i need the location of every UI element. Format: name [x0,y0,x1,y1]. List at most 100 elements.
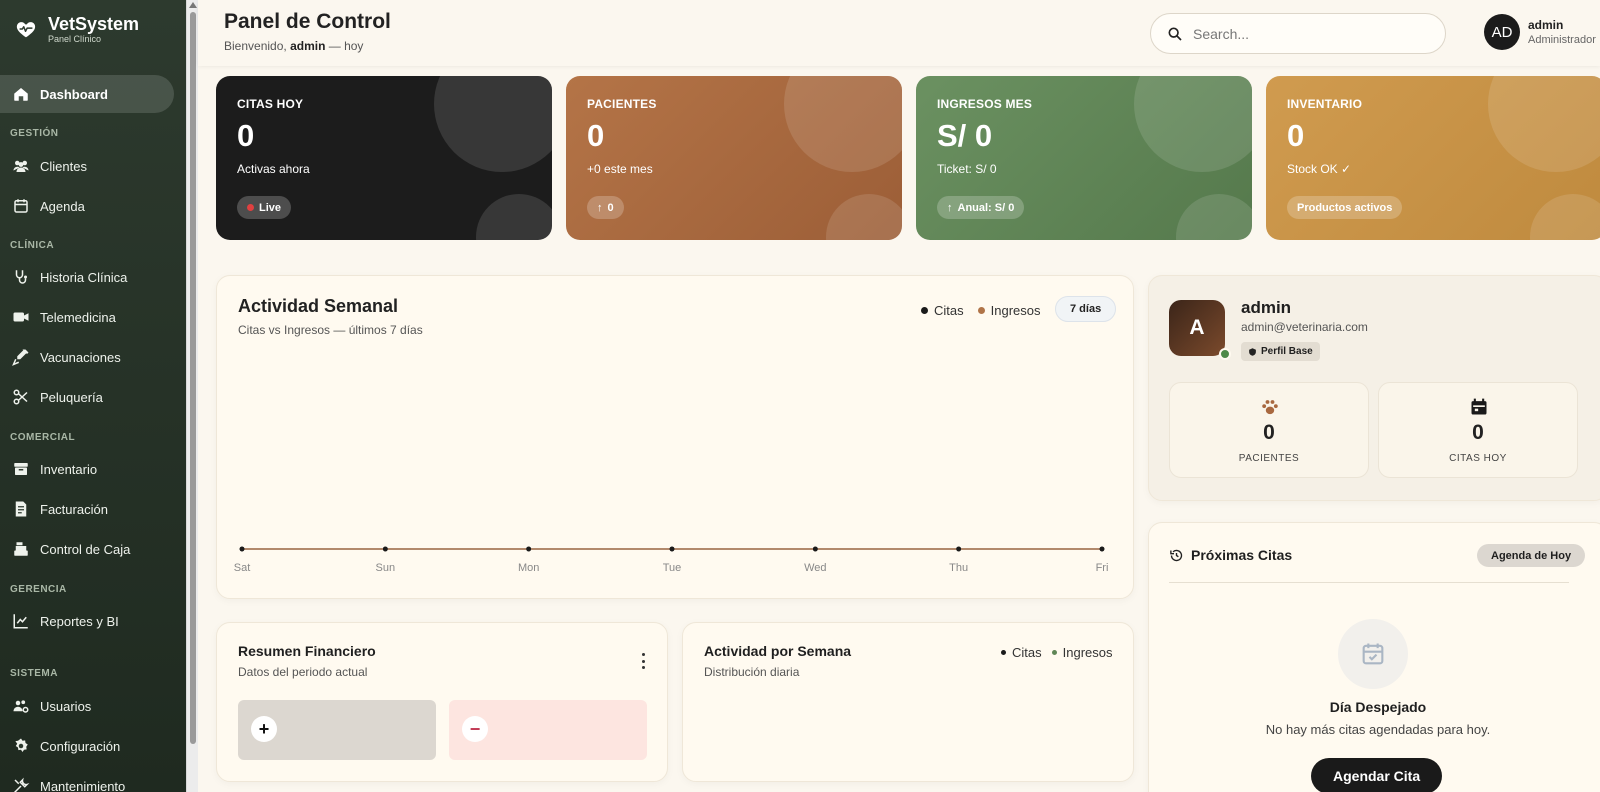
user-name: admin [1528,18,1564,32]
today-agenda-button[interactable]: Agenda de Hoy [1477,544,1586,567]
sidebar-item-reportes[interactable]: Reportes y BI [0,602,174,640]
x-tick-label: Sun [376,562,396,574]
user-menu[interactable]: AD admin Administrador [1484,14,1596,50]
weekly-activity-card: Actividad Semanal Citas vs Ingresos — úl… [216,275,1134,599]
divider [1169,582,1569,583]
stat-card-inventario[interactable]: INVENTARIO 0 Stock OK ✓ Productos activo… [1266,76,1600,240]
welcome-user: admin [290,39,326,53]
sidebar-item-vacunaciones[interactable]: Vacunaciones [0,338,174,376]
stat-label: CITAS HOY [237,97,304,111]
empty-state-illustration [1338,619,1408,689]
sidebar-item-configuracion[interactable]: Configuración [0,727,174,765]
schedule-appointment-button[interactable]: Agendar Cita [1311,758,1443,792]
card-subtitle: Distribución diaria [704,665,800,679]
legend-item-citas[interactable]: Citas [921,303,964,318]
online-status-icon [1219,348,1231,360]
sidebar-item-label: Control de Caja [40,541,131,557]
brand[interactable]: VetSystem Panel Clínico [14,14,139,44]
sidebar-section-gerencia: GERENCIA [10,584,67,595]
menu-dot [641,659,645,663]
search-icon [1168,27,1182,41]
user-role: Administrador [1528,34,1596,46]
scrollbar-thumb[interactable] [190,12,196,744]
sidebar-item-agenda[interactable]: Agenda [0,187,174,225]
mini-stat-pacientes[interactable]: 0 PACIENTES [1169,382,1369,478]
sidebar-item-label: Mantenimiento [40,778,126,792]
video-icon [13,312,29,322]
invoice-icon [15,501,27,517]
sidebar-item-peluqueria[interactable]: Peluquería [0,378,174,416]
sidebar-item-label: Peluquería [40,389,103,405]
legend-item-ingresos[interactable]: Ingresos [1051,645,1113,660]
sidebar-item-mantenimiento[interactable]: Mantenimiento [0,767,174,792]
profile-avatar[interactable]: A [1169,300,1225,356]
sidebar-item-usuarios[interactable]: Usuarios [0,687,174,725]
sidebar-item-label: Historia Clínica [40,269,128,285]
stat-card-ingresos-mes[interactable]: INGRESOS MES S/ 0 Ticket: S/ 0 ↑ Anual: S… [916,76,1252,240]
legend-item-ingresos[interactable]: Ingresos [977,303,1041,318]
sidebar-scrollbar[interactable] [186,0,198,792]
sidebar-item-label: Usuarios [40,698,92,714]
card-subtitle: Citas vs Ingresos — últimos 7 días [238,323,423,337]
data-point-ingresos[interactable] [812,546,818,552]
legend-item-citas[interactable]: Citas [1001,645,1042,660]
stat-sub: Ticket: S/ 0 [937,162,997,176]
stat-value: 0 [1287,118,1305,153]
range-7-days-button[interactable]: 7 días [1055,296,1117,322]
data-point-ingresos[interactable] [239,546,245,552]
tools-icon [13,777,30,792]
data-point-ingresos[interactable] [1099,546,1105,552]
home-icon [14,88,28,101]
sidebar: VetSystem Panel Clínico Dashboard GESTIÓ… [0,0,186,792]
stat-card-citas-hoy[interactable]: CITAS HOY 0 Activas ahora Live [216,76,552,240]
legend-dot [921,307,928,314]
mini-stat-citas-hoy[interactable]: 0 CITAS HOY [1378,382,1578,478]
products-badge: Productos activos [1287,196,1403,219]
sidebar-item-control-caja[interactable]: Control de Caja [0,530,174,568]
sidebar-item-inventario[interactable]: Inventario [0,450,174,488]
data-point-ingresos[interactable] [669,546,675,552]
legend-label: Citas [1012,645,1042,660]
stat-value: 0 [237,118,255,153]
sidebar-item-clientes[interactable]: Clientes [0,147,174,185]
decorative-circle [1134,76,1252,172]
legend-dot [977,307,985,314]
stat-card-pacientes[interactable]: PACIENTES 0 +0 este mes ↑ 0 [566,76,902,240]
menu-dot [641,666,645,669]
expense-box[interactable]: − [449,700,647,760]
income-box[interactable]: + [238,700,436,760]
profile-badge: Perfil Base [1241,342,1320,361]
card-title: Actividad por Semana [704,643,852,659]
decorative-circle [476,194,552,240]
sidebar-item-telemedicina[interactable]: Telemedicina [0,298,174,336]
paw-icon [1262,400,1278,415]
legend-dot [1051,650,1057,655]
mini-stat-label: CITAS HOY [1449,453,1507,464]
sidebar-item-facturacion[interactable]: Facturación [0,490,174,528]
search-input[interactable] [1193,25,1423,42]
empty-state-text: No hay más citas agendadas para hoy. [1265,722,1491,737]
badge-label: Productos activos [1297,201,1393,214]
scroll-up-arrow-icon[interactable] [189,2,197,8]
live-badge: Live [237,196,292,219]
data-point-ingresos[interactable] [382,546,388,552]
badge-label: Perfil Base [1261,346,1313,357]
profile-card: A admin admin@veterinaria.com Perfil Bas… [1148,275,1600,501]
profile-name: admin [1241,298,1292,317]
syringe-icon [12,349,29,366]
data-point-ingresos[interactable] [956,546,962,552]
heart-pulse-icon [14,17,38,41]
live-dot-icon [247,204,254,211]
card-title: Próximas Citas [1191,547,1293,563]
sidebar-item-label: Reportes y BI [40,613,119,629]
calendar-icon [1471,398,1487,415]
sidebar-item-historia-clinica[interactable]: Historia Clínica [0,258,174,296]
avatar[interactable]: AD [1484,14,1520,50]
stethoscope-icon [15,270,27,284]
sidebar-item-dashboard[interactable]: Dashboard [0,75,174,113]
legend-label: Citas [934,303,964,318]
more-options-icon[interactable] [641,653,645,669]
sidebar-item-label: Configuración [40,738,121,754]
search-box[interactable] [1150,13,1446,54]
data-point-ingresos[interactable] [526,546,532,552]
